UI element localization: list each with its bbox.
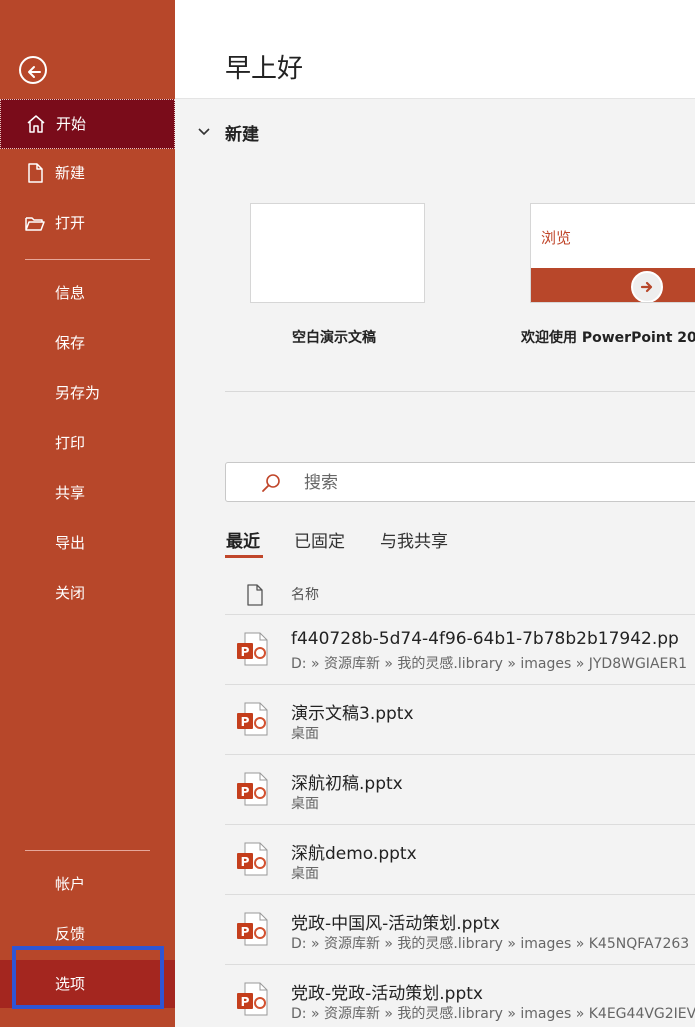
- nav-item-label: 保存: [55, 334, 86, 352]
- nav-item-print[interactable]: 打印: [0, 419, 175, 467]
- file-path: D: » 资源库新 » 我的灵感.library » images » K45N…: [291, 936, 690, 952]
- file-path: D: » 资源库新 » 我的灵感.library » images » K4EG…: [291, 1006, 695, 1022]
- file-name: 党政-党政-活动策划.pptx: [291, 984, 483, 1004]
- search-icon: [262, 474, 280, 492]
- nav-item-save[interactable]: 保存: [0, 319, 175, 367]
- column-header-name[interactable]: 名称: [291, 584, 319, 604]
- new-file-icon: [28, 163, 43, 183]
- nav-item-label: 共享: [55, 484, 86, 502]
- nav-item-label: 选项: [55, 975, 86, 993]
- nav-item-label: 新建: [55, 164, 86, 182]
- nav-item-label: 开始: [56, 115, 87, 133]
- new-section-toggle[interactable]: 新建: [197, 118, 259, 146]
- sidebar-divider: [25, 259, 150, 260]
- backstage-sidebar: 开始 新建 打开 信息 保存 另存为 打印 共享 导出 关闭 帐户 反馈 选项: [0, 0, 175, 1027]
- template-welcome-tour[interactable]: 浏览: [530, 203, 695, 303]
- nav-item-close[interactable]: 关闭: [0, 569, 175, 617]
- back-arrow-icon: [28, 66, 41, 78]
- svg-text:P: P: [241, 645, 250, 659]
- section-divider: [225, 391, 695, 392]
- file-row[interactable]: P 党政-党政-活动策划.pptx D: » 资源库新 » 我的灵感.library…: [225, 965, 695, 1027]
- section-title: 新建: [225, 124, 259, 145]
- document-icon: [247, 584, 263, 606]
- active-tab-indicator: [225, 555, 263, 558]
- powerpoint-file-icon: P: [236, 981, 270, 1017]
- nav-item-export[interactable]: 导出: [0, 519, 175, 567]
- nav-item-account[interactable]: 帐户: [0, 860, 175, 908]
- file-name: f440728b-5d74-4f96-64b1-7b78b2b17942.pp: [291, 629, 679, 649]
- search-input[interactable]: [304, 471, 684, 495]
- powerpoint-file-icon: P: [236, 771, 270, 807]
- search-box[interactable]: [225, 462, 695, 502]
- tab-shared-with-me[interactable]: 与我共享: [380, 527, 448, 552]
- svg-text:P: P: [241, 925, 250, 939]
- nav-item-new[interactable]: 新建: [0, 149, 175, 197]
- chevron-down-icon: [198, 128, 210, 136]
- nav-item-label: 信息: [55, 284, 86, 302]
- tab-recent[interactable]: 最近: [226, 527, 260, 552]
- nav-item-label: 关闭: [55, 584, 86, 602]
- file-row[interactable]: P 深航demo.pptx 桌面: [225, 825, 695, 895]
- powerpoint-file-icon: P: [236, 911, 270, 947]
- file-path: 桌面: [291, 866, 319, 882]
- svg-text:P: P: [241, 855, 250, 869]
- tab-pinned[interactable]: 已固定: [294, 527, 345, 552]
- nav-item-save-as[interactable]: 另存为: [0, 369, 175, 417]
- nav-item-label: 另存为: [55, 384, 101, 402]
- backstage-main: 早上好 新建 浏览 空白演示文稿 欢迎使用 PowerPoint 20 最近 已…: [175, 0, 695, 1027]
- nav-item-open[interactable]: 打开: [0, 199, 175, 247]
- file-path: D: » 资源库新 » 我的灵感.library » images » JYD8…: [291, 656, 687, 672]
- nav-item-label: 导出: [55, 534, 86, 552]
- open-folder-icon: [25, 217, 45, 231]
- powerpoint-file-icon: P: [236, 701, 270, 737]
- greeting-header: 早上好: [175, 0, 695, 99]
- file-path: 桌面: [291, 726, 319, 742]
- nav-item-label: 反馈: [55, 925, 86, 943]
- nav-item-home[interactable]: 开始: [0, 99, 175, 149]
- powerpoint-file-icon: P: [236, 631, 270, 667]
- file-row[interactable]: Pf440728b-5d74-4f96-64b1-7b78b2b17942.pp…: [225, 615, 695, 685]
- nav-item-share[interactable]: 共享: [0, 469, 175, 517]
- svg-text:P: P: [241, 785, 250, 799]
- file-row[interactable]: P 党政-中国风-活动策划.pptx D: » 资源库新 » 我的灵感.librar…: [225, 895, 695, 965]
- file-name: 深航demo.pptx: [291, 844, 417, 864]
- template-blank-presentation[interactable]: [250, 203, 425, 303]
- greeting-title: 早上好: [225, 54, 304, 84]
- file-list-header: 名称: [225, 572, 695, 615]
- template-caption: 空白演示文稿: [292, 330, 376, 346]
- nav-item-options[interactable]: 选项: [0, 960, 175, 1008]
- nav-item-label: 打印: [55, 434, 86, 452]
- template-thumb-bar: [531, 268, 695, 302]
- file-row[interactable]: P 演示文稿3.pptx 桌面: [225, 685, 695, 755]
- sidebar-divider: [25, 850, 150, 851]
- nav-item-feedback[interactable]: 反馈: [0, 910, 175, 958]
- svg-text:P: P: [241, 715, 250, 729]
- home-icon: [27, 115, 45, 133]
- nav-item-info[interactable]: 信息: [0, 269, 175, 317]
- nav-item-label: 帐户: [55, 875, 86, 893]
- file-name: 党政-中国风-活动策划.pptx: [291, 914, 500, 934]
- file-name: 演示文稿3.pptx: [291, 704, 414, 724]
- arrow-right-icon: [631, 271, 663, 302]
- file-row[interactable]: P 深航初稿.pptx 桌面: [225, 755, 695, 825]
- powerpoint-file-icon: P: [236, 841, 270, 877]
- file-path: 桌面: [291, 796, 319, 812]
- svg-text:P: P: [241, 995, 250, 1009]
- file-name: 深航初稿.pptx: [291, 774, 403, 794]
- nav-item-label: 打开: [55, 214, 86, 232]
- template-thumb-text: 浏览: [541, 229, 572, 247]
- back-button[interactable]: [19, 56, 47, 84]
- template-caption: 欢迎使用 PowerPoint 20: [521, 330, 695, 346]
